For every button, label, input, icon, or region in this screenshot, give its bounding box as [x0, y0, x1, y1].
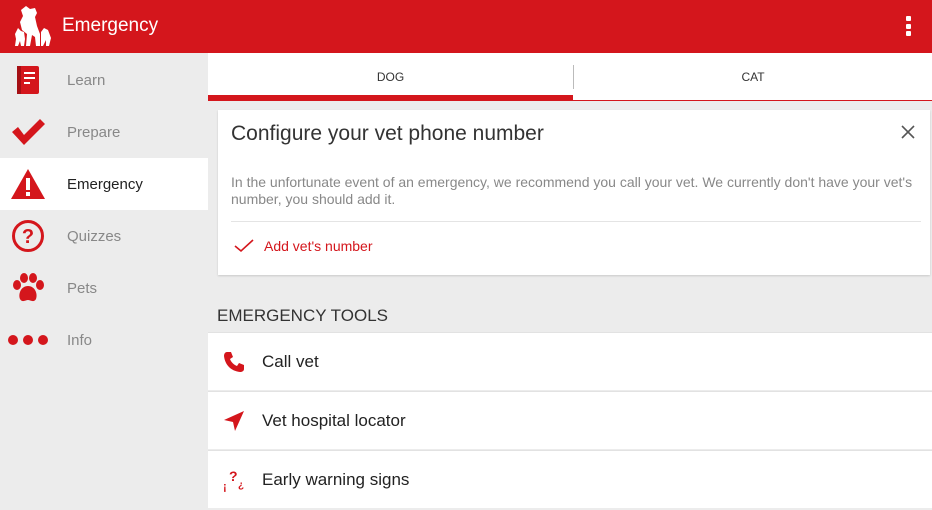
sidebar-item-label: Learn [67, 71, 106, 89]
tool-early-warning-signs[interactable]: ¡ ? ¿ Early warning signs [208, 450, 932, 508]
section-title: EMERGENCY TOOLS [217, 306, 388, 325]
svg-text:?: ? [229, 468, 238, 484]
sidebar-item-pets[interactable]: Pets [0, 262, 208, 314]
sidebar-item-emergency[interactable]: Emergency [0, 158, 208, 210]
tool-vet-hospital-locator[interactable]: Vet hospital locator [208, 391, 932, 449]
dots-icon [8, 320, 48, 360]
warning-icon [8, 164, 48, 204]
sidebar: Learn Prepare Emergency ? Quizzes Pets I… [0, 53, 208, 510]
app-title: Emergency [62, 15, 159, 36]
phone-icon [222, 350, 246, 374]
app-bar: Emergency [0, 0, 932, 53]
sidebar-item-label: Prepare [67, 123, 121, 141]
vet-number-card: Configure your vet phone number In the u… [218, 110, 930, 275]
sidebar-item-label: Quizzes [67, 227, 122, 245]
divider [231, 221, 921, 222]
tool-label: Early warning signs [262, 469, 410, 489]
sidebar-item-label: Info [67, 331, 93, 349]
paw-icon [8, 268, 48, 308]
sidebar-item-prepare[interactable]: Prepare [0, 106, 208, 158]
tab-dog[interactable]: DOG [208, 53, 573, 101]
warning-signs-icon: ¡ ? ¿ [222, 468, 246, 492]
book-icon [8, 60, 48, 100]
tool-label: Vet hospital locator [262, 410, 406, 430]
tool-label: Call vet [262, 351, 319, 371]
sidebar-item-info[interactable]: Info [0, 314, 208, 366]
svg-text:¿: ¿ [238, 480, 244, 491]
add-vet-number-label: Add vet's number [264, 238, 373, 254]
sidebar-item-learn[interactable]: Learn [0, 54, 208, 106]
card-message: In the unfortunate event of an emergency… [231, 174, 913, 207]
svg-text:¡: ¡ [223, 481, 227, 492]
tab-selected-indicator [208, 95, 573, 100]
add-vet-number-button[interactable]: Add vet's number [234, 238, 373, 254]
close-icon[interactable] [898, 122, 918, 142]
sidebar-item-quizzes[interactable]: ? Quizzes [0, 210, 208, 262]
card-title: Configure your vet phone number [231, 122, 544, 145]
check-icon [234, 239, 254, 253]
check-icon [8, 112, 48, 152]
svg-text:?: ? [22, 226, 34, 248]
tool-call-vet[interactable]: Call vet [208, 332, 932, 390]
sidebar-item-label: Emergency [67, 175, 143, 193]
main-content: DOG CAT Configure your vet phone number … [208, 53, 932, 510]
sidebar-item-label: Pets [67, 279, 98, 297]
tab-cat[interactable]: CAT [574, 53, 932, 101]
overflow-menu-icon[interactable] [900, 14, 916, 38]
dog-cat-logo-icon [15, 6, 51, 46]
location-arrow-icon [222, 409, 246, 433]
pet-tabs: DOG CAT [208, 53, 932, 101]
question-circle-icon: ? [8, 216, 48, 256]
